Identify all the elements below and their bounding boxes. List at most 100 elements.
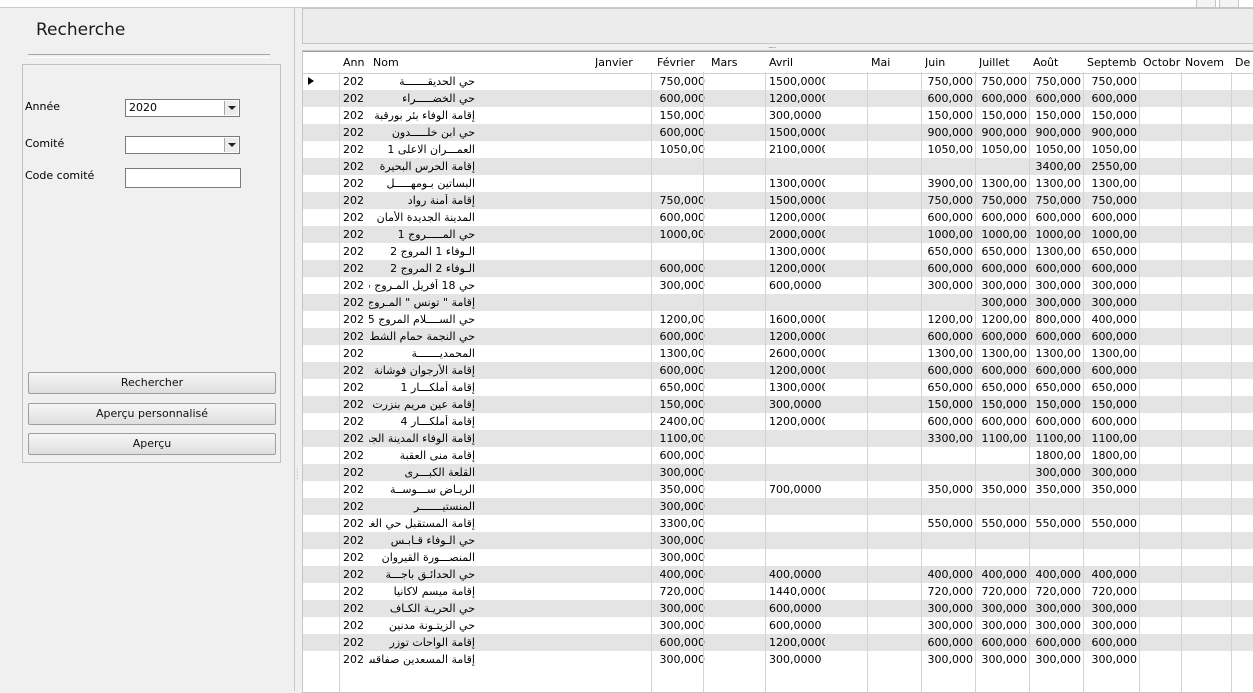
table-row[interactable]: 202 حي 18 أفريل المـروج 5 300,000 600,0000 3… (303, 277, 1253, 294)
table-cell: 300,000 (981, 602, 1028, 615)
table-row[interactable]: 202 إقامة الوفاء بئر بورقبة 150,000 300,000… (303, 107, 1253, 124)
preview-button[interactable]: Aperçu (28, 433, 276, 455)
table-row[interactable]: 202 إقامة أملكـــار 1 650,000 1300,0000 650,… (303, 379, 1253, 396)
table-cell: 900,000 (981, 126, 1028, 139)
table-row[interactable]: 202 حي النجمة حمام الشط 600,000 1200,0000 60… (303, 328, 1253, 345)
table-cell (709, 194, 763, 209)
table-cell (709, 449, 763, 464)
column-header[interactable]: Août (1033, 56, 1085, 69)
table-cell (709, 415, 763, 430)
table-cell: 1200,0000 (769, 262, 825, 275)
table-cell (593, 568, 649, 583)
table-cell: 1800,00 (1035, 449, 1082, 462)
table-cell: 900,000 (1035, 126, 1082, 139)
search-button[interactable]: Rechercher (28, 372, 276, 394)
grid-line (765, 72, 766, 692)
table-cell: 202 (343, 449, 364, 462)
table-cell: 300,000 (1035, 296, 1082, 309)
table-cell: 350,000 (927, 483, 974, 496)
column-header[interactable]: Juillet (979, 56, 1031, 69)
column-header[interactable]: Novem (1185, 56, 1233, 69)
custom-preview-button[interactable]: Aperçu personnalisé (28, 403, 276, 425)
table-row[interactable]: 202 العمـــران الاعلى 1 1050,00 2100,0000 10… (303, 141, 1253, 158)
table-row[interactable]: 202 حي الزيتـونة مدنين 300,000 600,0000 300,… (303, 617, 1253, 634)
window-button[interactable] (1219, 0, 1239, 8)
table-cell: 150,000 (1035, 398, 1082, 411)
table-cell: 650,000 (1091, 245, 1138, 258)
table-cell (923, 534, 973, 549)
table-cell: 300,0000 (769, 653, 822, 666)
column-header[interactable]: Nom (373, 56, 593, 69)
table-row[interactable]: 202 إقامة أمنة رواد 750,000 1500,0000 750,00… (303, 192, 1253, 209)
table-row[interactable]: 202 إقامة الحرس البحيرة 3400,00 2550,00 (303, 158, 1253, 175)
table-row[interactable]: 202 حي الـوفاء قـابـس 300,000 (303, 532, 1253, 549)
column-header[interactable]: Juin (925, 56, 977, 69)
table-cell: 2000,0000 (769, 228, 825, 241)
table-cell: 2550,00 (1091, 160, 1138, 173)
table-cell: 600,000 (927, 364, 974, 377)
table-row[interactable]: 202 حي الحديقـــــــة 750,000 1500,0000 750,… (303, 73, 1253, 90)
column-header[interactable]: Ann (343, 56, 371, 69)
table-row[interactable]: 202 حي الســــلام المروج 5 1200,00 1600,000… (303, 311, 1253, 328)
table-row[interactable]: 202 المنستيـــــــر 300,000 (303, 498, 1253, 515)
column-header[interactable]: Avril (769, 56, 869, 69)
results-grid[interactable]: Ann Nom Janvier Février Mars Avril Mai Juin Juil… (302, 50, 1253, 693)
column-header[interactable]: Septemb (1087, 56, 1141, 69)
table-row[interactable]: 202 إقامة منى العقبة 600,000 1800,00 1800,00 (303, 447, 1253, 464)
table-row[interactable]: 202 الـوفاء 2 المروج 2 600,000 1200,0000 600… (303, 260, 1253, 277)
table-row[interactable]: 202 المحمديـــــــة 1300,00 2600,0000 1300,0… (303, 345, 1253, 362)
table-cell: 1300,00 (1035, 177, 1082, 190)
table-cell (769, 466, 825, 481)
table-row[interactable]: 202 إقامة " تونس " المـروج 5 300,000 300,00… (303, 294, 1253, 311)
table-row[interactable]: 202 حي الحريـة الكـاف 300,000 600,0000 300,0… (303, 600, 1253, 617)
table-cell (593, 534, 649, 549)
table-row[interactable]: 202 حي الخضـــــراء 600,000 1200,0000 600,00… (303, 90, 1253, 107)
table-cell: 150,000 (1035, 109, 1082, 122)
table-row[interactable]: 202 إقامة الوفاء المدينة الجديدة 1100,00 33… (303, 430, 1253, 447)
table-row[interactable]: 202 المدينة الجديدة الأمان 600,000 1200,000… (303, 209, 1253, 226)
table-cell (709, 636, 763, 651)
table-row[interactable]: 202 القلعة الكبـــرى 300,000 300,000 300,000 (303, 464, 1253, 481)
table-row[interactable]: 202 إقامة الواحات توزر 600,000 1200,0000 600… (303, 634, 1253, 651)
window-button[interactable] (1196, 0, 1216, 8)
table-cell: 600,000 (927, 636, 974, 649)
chevron-down-icon[interactable] (224, 101, 238, 115)
table-row[interactable]: 202 المنصـــورة القيروان 300,000 (303, 549, 1253, 566)
column-header[interactable]: Octobr (1143, 56, 1183, 69)
table-row[interactable]: 202 الريـاض ســـوســة 350,000 700,0000 350,0… (303, 481, 1253, 498)
column-header[interactable]: Mars (711, 56, 767, 69)
column-header[interactable]: Janvier (595, 56, 655, 69)
table-cell: 300,000 (1091, 466, 1138, 479)
table-row[interactable]: 202 إقامة أملكـــار 4 2400,00 1200,0000 600,… (303, 413, 1253, 430)
table-cell: 600,000 (1035, 364, 1082, 377)
chevron-down-icon[interactable] (224, 138, 238, 152)
table-cell (593, 330, 649, 345)
table-row[interactable]: 202 حي المـــــروج 1 1000,00 2000,0000 1000,… (303, 226, 1253, 243)
column-header[interactable]: Février (657, 56, 707, 69)
table-cell: 400,000 (1091, 313, 1138, 326)
comite-select[interactable] (125, 136, 240, 154)
table-cell: 202 (343, 245, 364, 258)
column-header[interactable]: Mai (871, 56, 923, 69)
table-cell (709, 534, 763, 549)
table-row[interactable]: 202 الـوفاء 1 المروج 2 1300,0000 650,000 650… (303, 243, 1253, 260)
table-row[interactable]: 202 إقامة ميسم لاكانيا 720,000 1440,0000 720… (303, 583, 1253, 600)
table-cell: إقامة الحرس البحيرة (379, 160, 475, 173)
table-cell: 300,000 (1035, 619, 1082, 632)
annee-select[interactable]: 2020 (125, 99, 240, 117)
table-row[interactable]: 202 إقامة الأرجوان فوشانة 600,000 1200,0000… (303, 362, 1253, 379)
table-cell: 600,000 (981, 415, 1028, 428)
table-row[interactable]: 202 حي الحدائـق باجـــة 400,000 400,0000 400… (303, 566, 1253, 583)
table-row[interactable]: 202 البساتين بـومهـــــل 1300,0000 3900,00 1… (303, 175, 1253, 192)
table-cell: 600,000 (659, 126, 706, 139)
table-cell: حي الســــلام المروج 5 (369, 313, 475, 326)
column-header[interactable]: De (1235, 56, 1253, 69)
horizontal-splitter[interactable]: ······ (302, 44, 1252, 52)
table-row[interactable]: 202 حي ابن خلـــــدون 600,000 1500,0000 900,… (303, 124, 1253, 141)
table-row[interactable]: 202 إقامة المسعدين صفاقس 300,000 300,0000 30… (303, 651, 1253, 668)
code-comite-input[interactable] (125, 168, 241, 188)
table-cell (593, 245, 649, 260)
table-row[interactable]: 202 إقامة المستقبل حي الغزالة 3300,00 550,0… (303, 515, 1253, 532)
table-row[interactable]: 202 إقامة عين مريم بنزرت 150,000 300,0000 15… (303, 396, 1253, 413)
table-cell: 1050,00 (659, 143, 706, 156)
